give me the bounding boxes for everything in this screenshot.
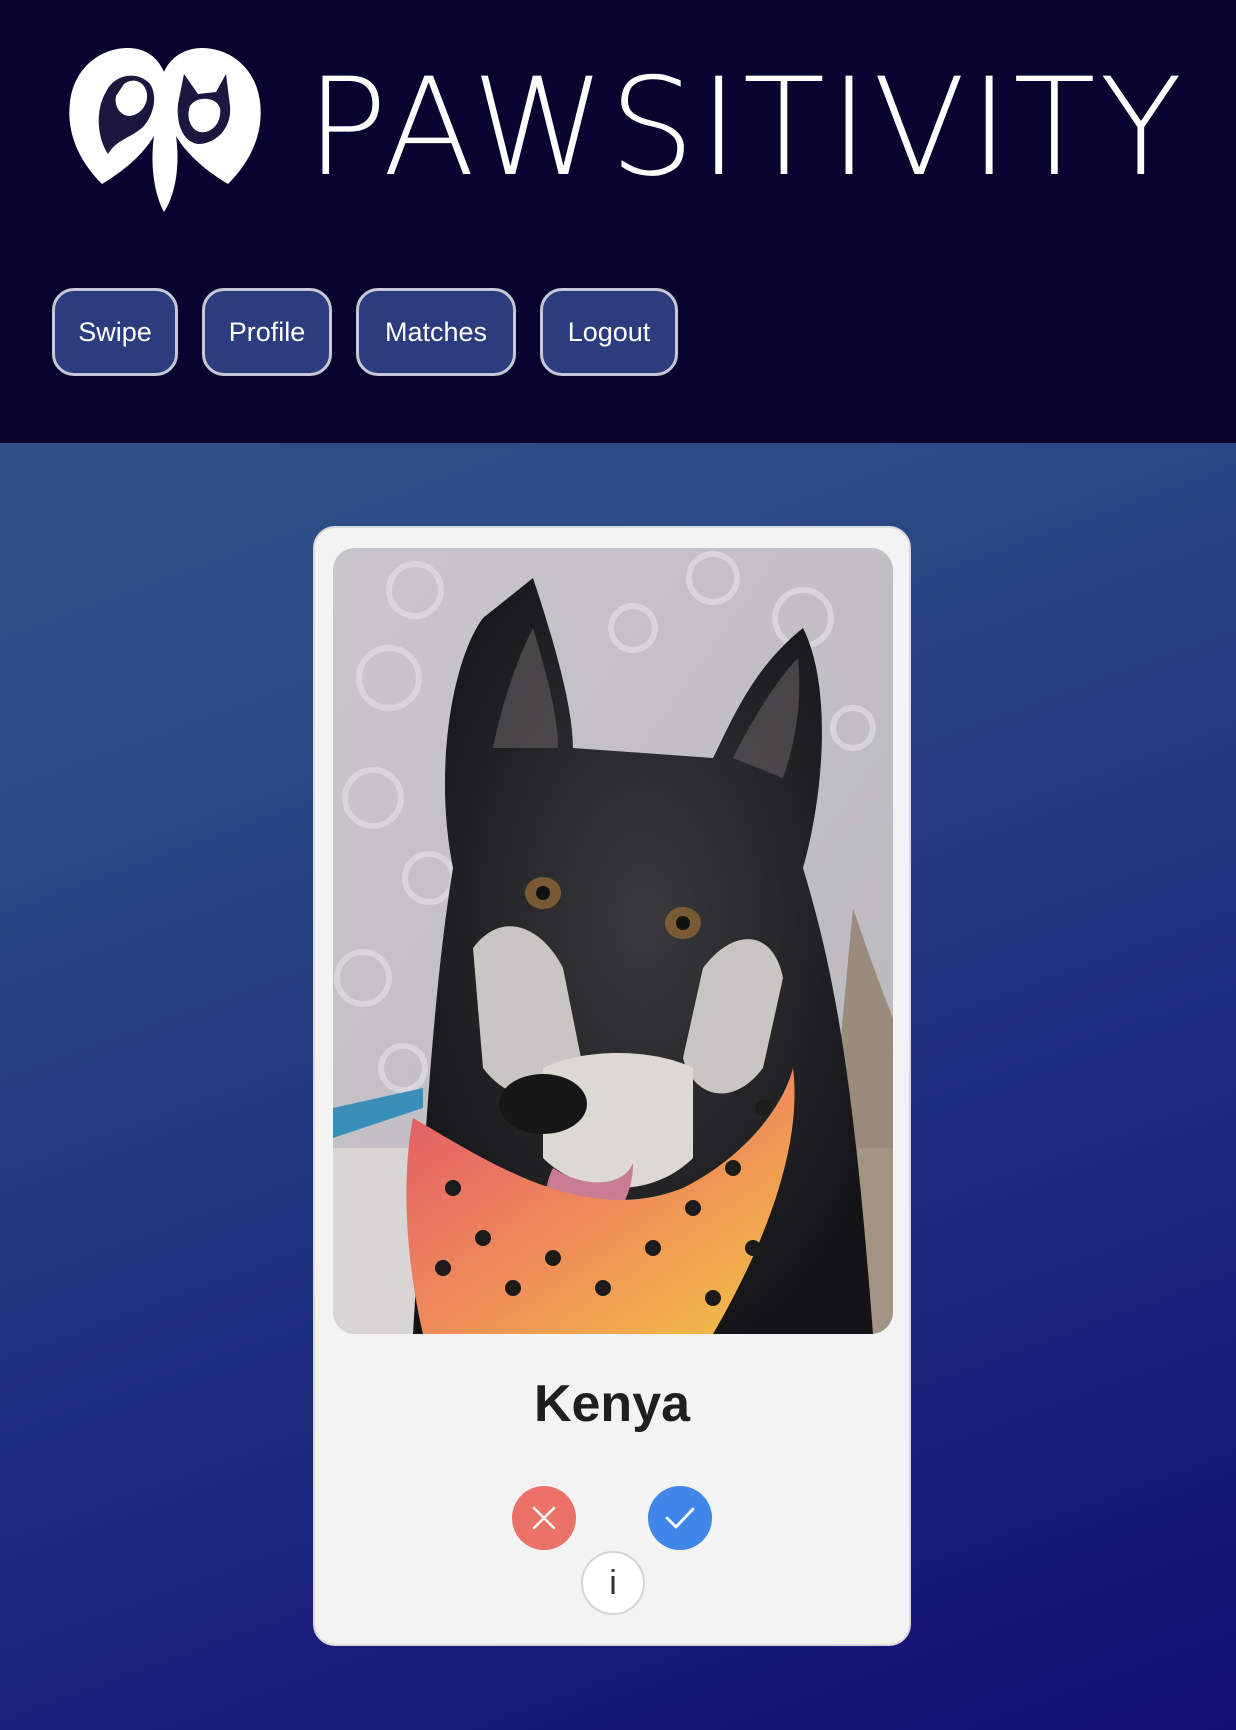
reject-button[interactable]: [512, 1486, 576, 1550]
pet-name: Kenya: [533, 1375, 691, 1433]
nav-profile-button[interactable]: Profile: [202, 288, 332, 376]
app-title: PAWSITIVITY: [306, 49, 1187, 206]
nav-swipe-button[interactable]: Swipe: [52, 288, 178, 376]
pet-card[interactable]: Kenya i: [313, 526, 911, 1646]
nav-matches-button[interactable]: Matches: [356, 288, 516, 376]
check-icon: [665, 1507, 695, 1529]
info-button[interactable]: i: [581, 1551, 645, 1615]
pet-logo-icon: [69, 48, 261, 212]
close-icon: [532, 1506, 556, 1530]
like-button[interactable]: [648, 1486, 712, 1550]
app-header: PAWSITIVITY Swipe Profile Matches Logout: [0, 0, 1236, 443]
pet-photo: [333, 548, 893, 1334]
nav-logout-button[interactable]: Logout: [540, 288, 678, 376]
